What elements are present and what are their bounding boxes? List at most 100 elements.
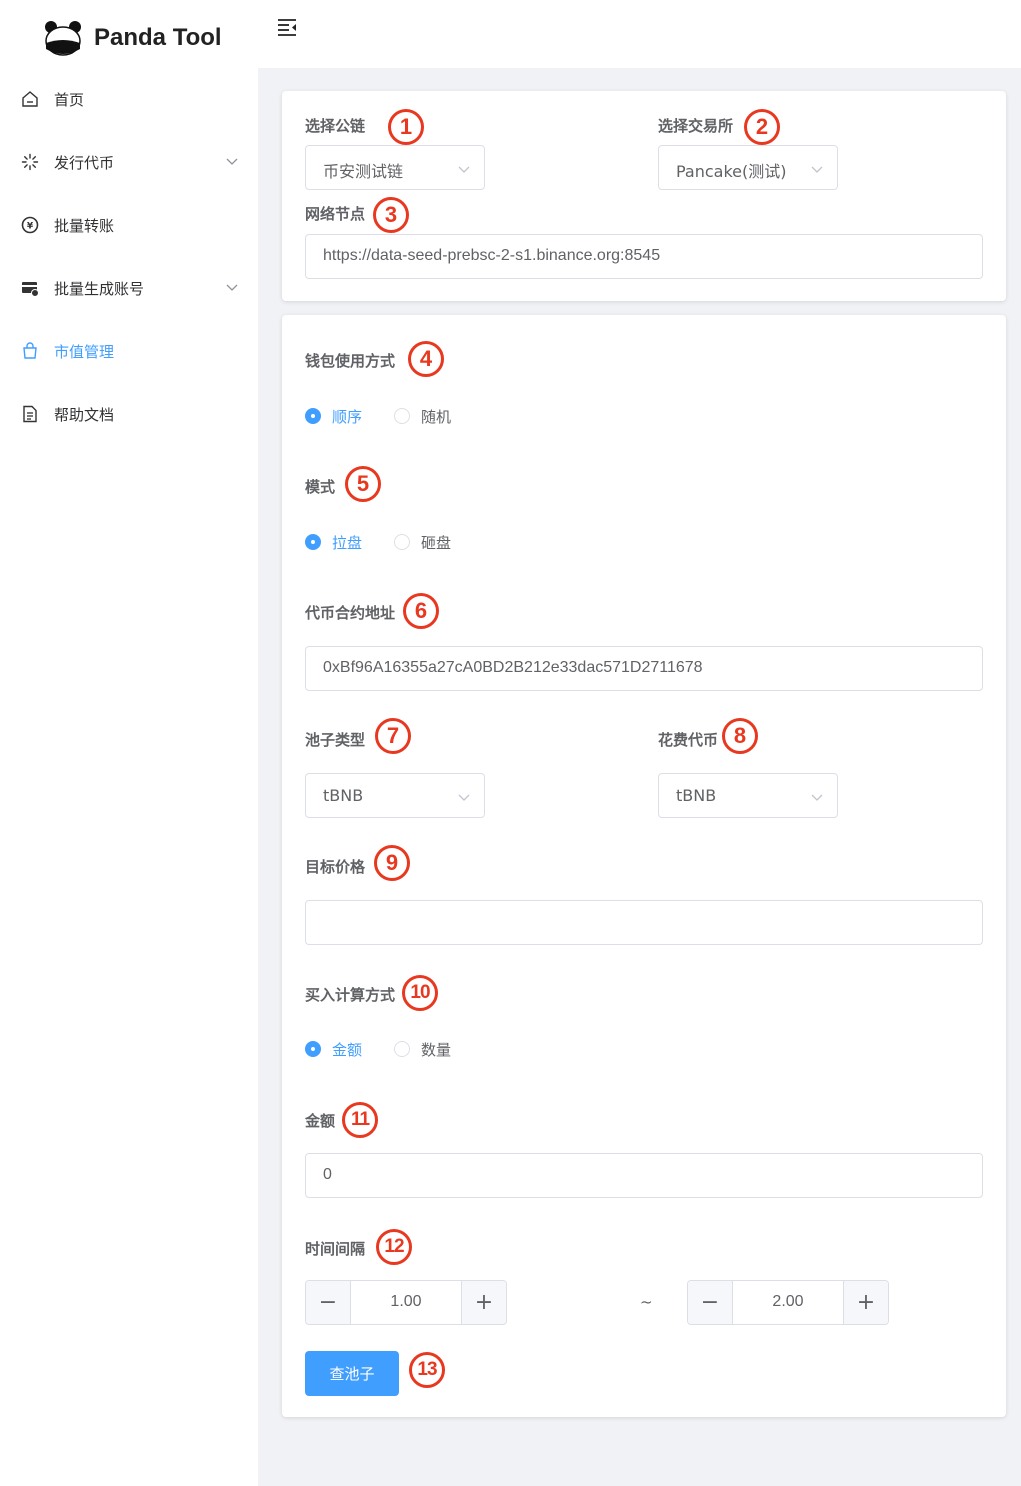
increase-button[interactable]: + xyxy=(843,1281,888,1324)
chevron-down-icon xyxy=(811,166,823,173)
sidebar-item-label: 首页 xyxy=(54,90,85,109)
market-form-card: 钱包使用方式 4 顺序 随机 模式 5 拉盘 砸盘 代币合约地址 6 0xBf9… xyxy=(282,315,1006,1417)
exchange-label: 选择交易所 xyxy=(658,117,734,135)
token-address-label: 代币合约地址 xyxy=(305,604,396,622)
radio-random[interactable]: 随机 xyxy=(394,406,451,427)
menu-fold-icon[interactable] xyxy=(276,16,298,38)
sidebar: Panda Tool 首页 发行代币 ¥ 批量转账 批量生成账号 市值管理 帮助… xyxy=(0,0,258,1486)
annotation-marker: 4 xyxy=(408,341,444,377)
annotation-marker: 9 xyxy=(374,845,410,881)
amount-input[interactable]: 0 xyxy=(305,1153,983,1198)
sidebar-item-home[interactable]: 首页 xyxy=(0,79,258,119)
chevron-down-icon xyxy=(458,794,470,801)
check-pool-button[interactable]: 查池子 xyxy=(305,1351,399,1396)
wallet-mode-radio-group: 顺序 随机 xyxy=(305,404,483,428)
interval-min-stepper[interactable]: − 1.00 + xyxy=(305,1280,507,1325)
mode-radio-group: 拉盘 砸盘 xyxy=(305,530,483,554)
target-price-input[interactable] xyxy=(305,900,983,945)
wallet-mode-label: 钱包使用方式 xyxy=(305,352,396,370)
main-content: 选择公链 1 币安测试链 选择交易所 2 Pancake(测试) 网络节点 3 … xyxy=(258,68,1021,1486)
sidebar-item-batch-accounts[interactable]: 批量生成账号 xyxy=(0,268,258,308)
spend-token-label: 花费代币 xyxy=(658,731,719,749)
loading-icon xyxy=(20,152,40,172)
top-bar xyxy=(258,0,1021,68)
buy-calc-radio-group: 金额 数量 xyxy=(305,1037,483,1061)
annotation-marker: 8 xyxy=(722,718,758,754)
radio-dump[interactable]: 砸盘 xyxy=(394,532,451,553)
sidebar-item-label: 市值管理 xyxy=(54,342,115,361)
token-address-input[interactable]: 0xBf96A16355a27cA0BD2B212e33dac571D27116… xyxy=(305,646,983,691)
interval-max-stepper[interactable]: − 2.00 + xyxy=(687,1280,889,1325)
amount-label: 金额 xyxy=(305,1112,336,1130)
amount-value: 0 xyxy=(323,1166,332,1183)
annotation-marker: 6 xyxy=(403,593,439,629)
radio-button[interactable] xyxy=(305,408,321,424)
annotation-marker: 2 xyxy=(744,109,780,145)
home-icon xyxy=(20,89,40,109)
panda-logo-icon xyxy=(44,19,82,57)
radio-amount[interactable]: 金额 xyxy=(305,1039,362,1060)
node-label: 网络节点 xyxy=(305,205,366,223)
annotation-marker: 11 xyxy=(342,1102,378,1138)
sidebar-item-label: 批量生成账号 xyxy=(54,279,145,298)
annotation-marker: 10 xyxy=(402,975,438,1011)
app-root: Panda Tool 首页 发行代币 ¥ 批量转账 批量生成账号 市值管理 帮助… xyxy=(0,0,1021,1486)
chain-select-value: 币安测试链 xyxy=(323,162,404,181)
interval-max-value[interactable]: 2.00 xyxy=(733,1293,843,1311)
sidebar-item-label: 发行代币 xyxy=(54,153,115,172)
radio-button[interactable] xyxy=(394,534,411,550)
node-url-input[interactable]: https://data-seed-prebsc-2-s1.binance.or… xyxy=(305,234,983,279)
decrease-button[interactable]: − xyxy=(306,1281,351,1324)
buy-calc-label: 买入计算方式 xyxy=(305,986,396,1004)
coin-icon: ¥ xyxy=(20,215,40,235)
annotation-marker: 12 xyxy=(376,1229,412,1265)
annotation-marker: 3 xyxy=(373,197,409,233)
node-url-value: https://data-seed-prebsc-2-s1.binance.or… xyxy=(323,247,661,264)
sidebar-item-issue-token[interactable]: 发行代币 xyxy=(0,142,258,182)
interval-min-value[interactable]: 1.00 xyxy=(351,1293,461,1311)
interval-label: 时间间隔 xyxy=(305,1240,366,1258)
chevron-down-icon xyxy=(226,284,238,291)
radio-label: 随机 xyxy=(421,407,452,426)
pool-type-label: 池子类型 xyxy=(305,731,366,749)
sidebar-item-batch-transfer[interactable]: ¥ 批量转账 xyxy=(0,205,258,245)
pool-type-select[interactable]: tBNB xyxy=(305,773,485,818)
annotation-marker: 1 xyxy=(388,109,424,145)
sidebar-item-label: 帮助文档 xyxy=(54,405,115,424)
radio-button[interactable] xyxy=(305,1041,321,1057)
radio-button[interactable] xyxy=(305,534,321,550)
token-address-value: 0xBf96A16355a27cA0BD2B212e33dac571D27116… xyxy=(323,659,703,676)
radio-sequential[interactable]: 顺序 xyxy=(305,406,362,427)
sidebar-item-help[interactable]: 帮助文档 xyxy=(0,394,258,434)
pool-type-value: tBNB xyxy=(323,786,364,805)
annotation-marker: 5 xyxy=(345,466,381,502)
decrease-button[interactable]: − xyxy=(688,1281,733,1324)
radio-label: 拉盘 xyxy=(332,533,363,552)
exchange-select-value: Pancake(测试) xyxy=(676,162,787,181)
chevron-down-icon xyxy=(226,158,238,165)
sidebar-item-market-cap[interactable]: 市值管理 xyxy=(0,331,258,371)
logo[interactable]: Panda Tool xyxy=(44,18,222,58)
exchange-select[interactable]: Pancake(测试) xyxy=(658,145,838,190)
document-icon xyxy=(20,404,40,424)
radio-button[interactable] xyxy=(394,408,411,424)
radio-label: 数量 xyxy=(421,1040,452,1059)
spend-token-select[interactable]: tBNB xyxy=(658,773,838,818)
spend-token-value: tBNB xyxy=(676,786,717,805)
increase-button[interactable]: + xyxy=(461,1281,506,1324)
radio-label: 顺序 xyxy=(332,407,363,426)
app-title: Panda Tool xyxy=(94,24,222,51)
radio-label: 金额 xyxy=(332,1040,363,1059)
radio-button[interactable] xyxy=(394,1041,411,1057)
svg-text:¥: ¥ xyxy=(27,222,34,232)
annotation-marker: 13 xyxy=(409,1352,445,1388)
chain-label: 选择公链 xyxy=(305,117,366,135)
radio-pump[interactable]: 拉盘 xyxy=(305,532,362,553)
radio-quantity[interactable]: 数量 xyxy=(394,1039,451,1060)
card-icon xyxy=(20,278,40,298)
range-separator: ~ xyxy=(640,1293,653,1311)
chain-select[interactable]: 币安测试链 xyxy=(305,145,485,190)
shopping-bag-icon xyxy=(20,341,40,361)
config-card: 选择公链 1 币安测试链 选择交易所 2 Pancake(测试) 网络节点 3 … xyxy=(282,91,1006,301)
chevron-down-icon xyxy=(458,166,470,173)
